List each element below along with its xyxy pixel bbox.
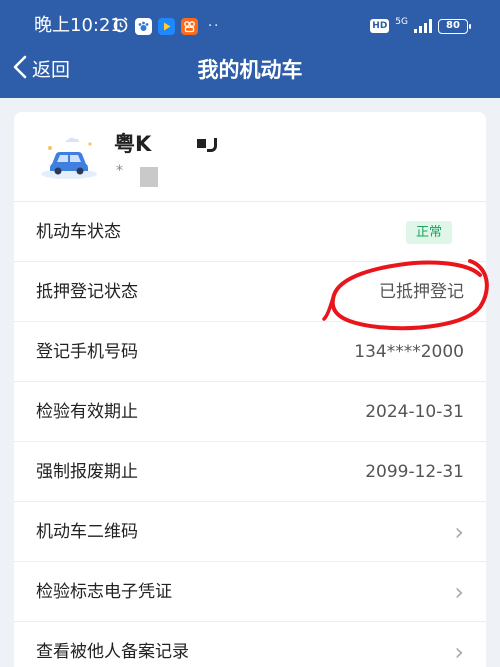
row-value: 134****2000: [354, 342, 464, 362]
alarm-icon: [112, 16, 129, 37]
row-vehicle-qr-code[interactable]: 机动车二维码 ›: [14, 502, 486, 562]
status-time: 晚上10:21: [34, 15, 122, 36]
car-icon: [38, 134, 100, 182]
more-notifications-dots: ··: [208, 18, 221, 34]
row-label: 检验标志电子凭证: [36, 582, 172, 602]
vehicle-card: 粤K * 机动车状态 正常 抵押登记状态 已抵押登记 登记手机号码 134***…: [14, 112, 486, 667]
row-vehicle-status: 机动车状态 正常: [14, 202, 486, 262]
row-inspection-expiry: 检验有效期止 2024-10-31: [14, 382, 486, 442]
row-value: 已抵押登记: [379, 282, 464, 302]
row-label: 检验有效期止: [36, 402, 138, 422]
row-label: 抵押登记状态: [36, 282, 138, 302]
page-title: 我的机动车: [197, 58, 303, 82]
chevron-right-icon: ›: [454, 578, 464, 606]
hd-badge: HD: [370, 19, 390, 33]
plate-redaction: [197, 139, 206, 148]
row-label: 机动车状态: [36, 222, 121, 242]
chevron-right-icon: ›: [454, 518, 464, 546]
vehicle-subtitle: *: [116, 163, 123, 179]
row-phone-number: 登记手机号码 134****2000: [14, 322, 486, 382]
row-filing-records[interactable]: 查看被他人备案记录 ›: [14, 622, 486, 667]
video-app-icon: [158, 17, 175, 35]
plate-redaction-mark: [207, 138, 217, 152]
row-scrap-deadline: 强制报废期止 2099-12-31: [14, 442, 486, 502]
row-inspection-e-certificate[interactable]: 检验标志电子凭证 ›: [14, 562, 486, 622]
row-label: 强制报废期止: [36, 462, 138, 482]
battery-level: 80: [446, 19, 460, 31]
chevron-left-icon: [12, 54, 28, 86]
status-bar: 晚上10:21 ·· HD 5G 80: [0, 0, 500, 40]
top-app-bar: 晚上10:21 ·· HD 5G 80 返回 我的机动车: [0, 0, 500, 98]
status-badge: 正常: [405, 221, 452, 244]
battery-icon: 80: [438, 18, 471, 34]
paw-app-icon: [135, 17, 152, 35]
row-value: 2024-10-31: [365, 402, 464, 422]
network-type: 5G: [395, 16, 408, 27]
row-label: 查看被他人备案记录: [36, 642, 189, 662]
row-label: 登记手机号码: [36, 342, 138, 362]
chevron-right-icon: ›: [454, 638, 464, 666]
back-label: 返回: [32, 59, 71, 81]
subtitle-redaction: [140, 167, 158, 187]
back-button[interactable]: 返回: [12, 55, 70, 85]
row-mortgage-status: 抵押登记状态 已抵押登记: [14, 262, 486, 322]
kuaishou-app-icon: [181, 17, 198, 35]
row-value: 2099-12-31: [365, 462, 464, 482]
vehicle-summary[interactable]: 粤K *: [14, 112, 486, 202]
status-notification-icons: ··: [112, 16, 220, 36]
signal-strength-icon: [414, 19, 432, 33]
status-system-icons: HD 5G 80: [370, 16, 471, 36]
row-label: 机动车二维码: [36, 522, 138, 542]
plate-number: 粤K: [114, 132, 152, 156]
